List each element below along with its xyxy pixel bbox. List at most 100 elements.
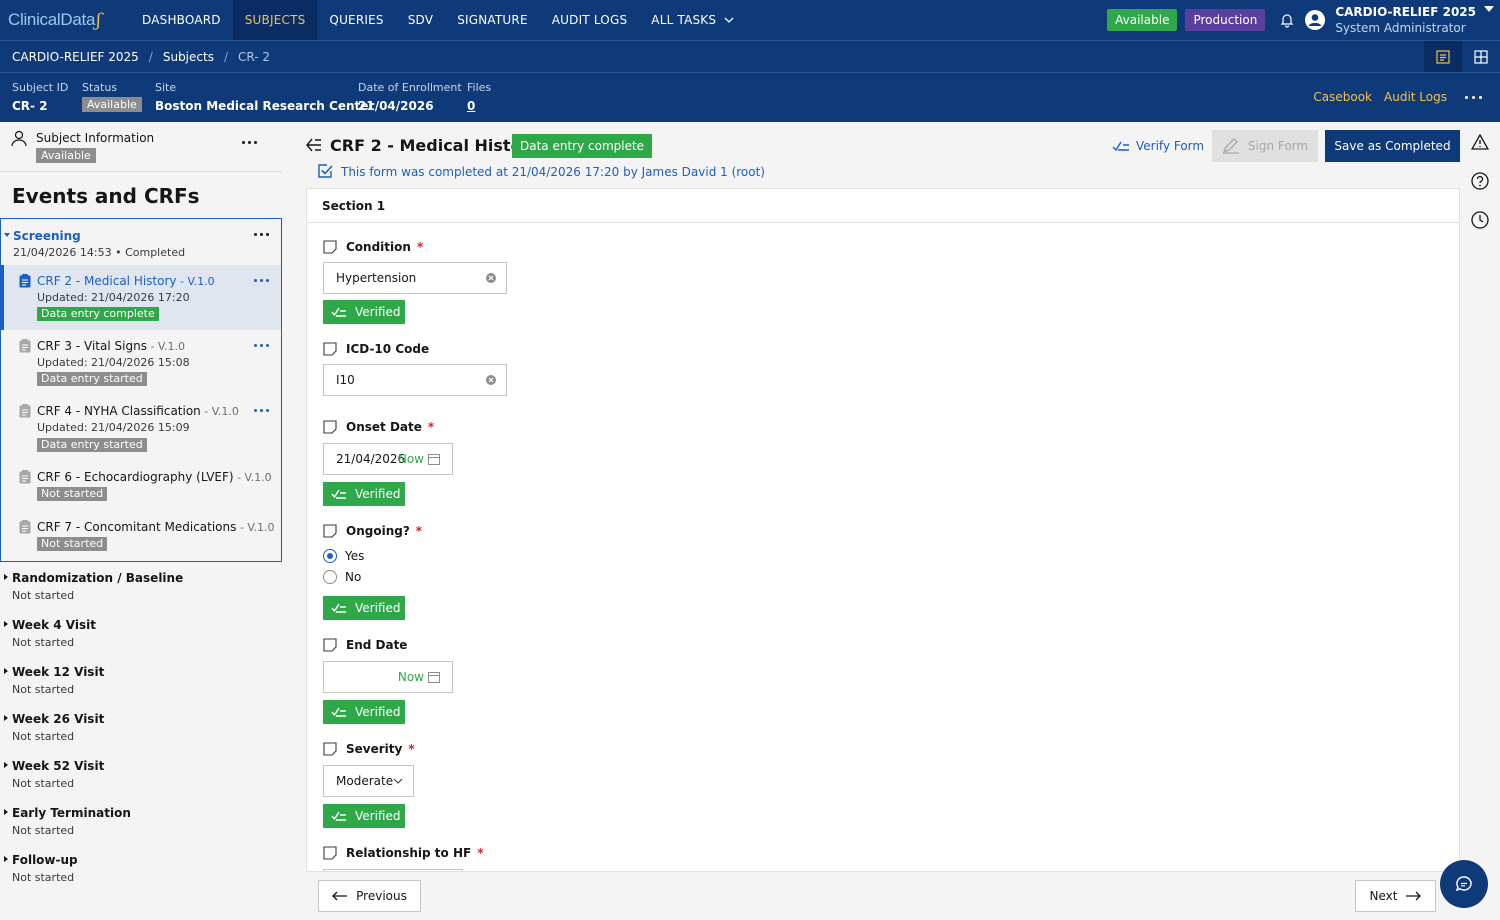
nav-signature[interactable]: SIGNATURE	[445, 0, 540, 40]
subject-id-label: Subject ID	[12, 81, 69, 94]
condition-input[interactable]: Hypertension	[323, 262, 507, 294]
event-early-termination[interactable]: Early Termination Not started	[0, 797, 282, 844]
crf-item-echocardiography[interactable]: CRF 6 - Echocardiography (LVEF) - V.1.0 …	[1, 461, 281, 511]
breadcrumb-study[interactable]: CARDIO-RELIEF 2025	[12, 50, 139, 64]
icd10-input[interactable]: I10	[323, 364, 507, 396]
clear-icon[interactable]	[486, 273, 496, 283]
warning-icon[interactable]	[1471, 134, 1489, 150]
events-title: Events and CRFs	[12, 184, 200, 208]
next-button[interactable]: Next	[1355, 880, 1436, 912]
field-label: Relationship to HF	[346, 846, 472, 860]
user-avatar-button[interactable]	[1301, 6, 1329, 34]
chat-button[interactable]	[1440, 860, 1488, 908]
field-onset-label: Onset Date *	[323, 419, 434, 435]
note-icon[interactable]	[323, 524, 337, 538]
event-follow-up[interactable]: Follow-up Not started	[0, 844, 282, 891]
files-link[interactable]: 0	[467, 99, 491, 113]
onset-verified-badge[interactable]: Verified	[323, 482, 405, 506]
crf-item-concomitant-medications[interactable]: CRF 7 - Concomitant Medications - V.1.0 …	[1, 511, 281, 561]
nav-subjects[interactable]: SUBJECTS	[232, 0, 318, 40]
note-icon[interactable]	[323, 342, 337, 356]
grid-view-button[interactable]	[1462, 41, 1500, 73]
radio-unselected-icon	[323, 570, 337, 584]
form-view-button[interactable]	[1424, 41, 1462, 73]
calendar-icon[interactable]	[428, 453, 440, 465]
event-week-26[interactable]: Week 26 Visit Not started	[0, 703, 282, 750]
subject-id-field: Subject ID CR- 2	[12, 81, 68, 113]
severity-verified-badge[interactable]: Verified	[323, 804, 405, 828]
event-week-4[interactable]: Week 4 Visit Not started	[0, 609, 282, 656]
nav-dashboard[interactable]: DASHBOARD	[130, 0, 233, 40]
event-screening-more-button[interactable]	[254, 233, 269, 236]
crf-name: CRF 4 - NYHA Classification - V.1.0	[37, 404, 239, 418]
nav-audit-logs[interactable]: AUDIT LOGS	[540, 0, 640, 40]
user-study-name: CARDIO-RELIEF 2025	[1335, 5, 1476, 19]
clipboard-icon	[19, 470, 31, 484]
collapse-sidebar-icon[interactable]	[306, 138, 322, 152]
help-icon[interactable]	[1471, 172, 1489, 190]
form-header: CRF 2 - Medical History Data entry compl…	[294, 122, 1460, 188]
nav-all-tasks[interactable]: ALL TASKS	[639, 0, 746, 40]
ongoing-verified-badge[interactable]: Verified	[323, 596, 405, 620]
ongoing-radio-no[interactable]: No	[323, 570, 361, 584]
crf-name: CRF 3 - Vital Signs - V.1.0	[37, 339, 185, 353]
onset-date-input[interactable]: 21/04/2026 Now	[323, 443, 453, 475]
crf-more-button[interactable]	[254, 279, 269, 282]
chevron-down-icon	[724, 17, 734, 23]
sign-form-button[interactable]: Sign Form	[1212, 130, 1318, 162]
note-icon[interactable]	[323, 240, 337, 254]
now-button[interactable]: Now	[398, 670, 424, 684]
crf-more-button[interactable]	[254, 409, 269, 412]
files-field: Files 0	[467, 81, 491, 113]
subject-header: Subject ID CR- 2 Status Available Site B…	[0, 72, 1500, 122]
history-icon[interactable]	[1471, 211, 1489, 229]
end-date-verified-badge[interactable]: Verified	[323, 700, 405, 724]
field-label: Onset Date	[346, 420, 422, 434]
enrollment-value: 21/04/2026	[358, 99, 434, 113]
crf-item-vital-signs[interactable]: CRF 3 - Vital Signs - V.1.0 Updated: 21/…	[1, 330, 281, 395]
severity-select[interactable]: Moderate	[323, 765, 414, 797]
event-week-12[interactable]: Week 12 Visit Not started	[0, 656, 282, 703]
event-week-52[interactable]: Week 52 Visit Not started	[0, 750, 282, 797]
crf-name: CRF 2 - Medical History - V.1.0	[37, 274, 215, 288]
radio-selected-icon	[323, 549, 337, 563]
brand-logo[interactable]: ClinicalData ʃ	[0, 0, 130, 40]
nav-queries[interactable]: QUERIES	[317, 0, 395, 40]
nav-sdv[interactable]: SDV	[396, 0, 445, 40]
notifications-button[interactable]	[1273, 6, 1301, 34]
note-icon[interactable]	[323, 638, 337, 652]
user-menu[interactable]: CARDIO-RELIEF 2025 System Administrator	[1335, 4, 1476, 36]
subject-info-title[interactable]: Subject Information	[36, 131, 154, 145]
event-screening-header[interactable]: Screening 21/04/2026 14:53 • Completed	[1, 219, 281, 265]
clipboard-icon	[19, 339, 31, 353]
crf-item-nyha-classification[interactable]: CRF 4 - NYHA Classification - V.1.0 Upda…	[1, 395, 281, 461]
condition-verified-badge[interactable]: Verified	[323, 300, 405, 324]
subject-info-more-button[interactable]	[242, 141, 257, 144]
crf-version: - V.1.0	[176, 275, 215, 288]
now-button[interactable]: Now	[398, 452, 424, 466]
crf-more-button[interactable]	[254, 344, 269, 347]
event-status: Not started	[12, 636, 75, 649]
verify-form-button[interactable]: Verify Form	[1112, 130, 1204, 162]
crf-version: - V.1.0	[233, 471, 272, 484]
crf-item-medical-history[interactable]: CRF 2 - Medical History - V.1.0 Updated:…	[1, 265, 281, 330]
verified-label: Verified	[355, 487, 401, 501]
chevron-down-icon	[393, 778, 403, 784]
end-date-input[interactable]: Now	[323, 661, 453, 693]
breadcrumb-subjects[interactable]: Subjects	[163, 50, 214, 64]
clear-icon[interactable]	[486, 375, 496, 385]
calendar-icon[interactable]	[428, 671, 440, 683]
crf-status-badge: Data entry started	[37, 438, 147, 452]
note-icon[interactable]	[323, 420, 337, 434]
subject-more-button[interactable]	[1465, 95, 1482, 99]
note-icon[interactable]	[323, 742, 337, 756]
crf-updated: Updated: 21/04/2026 15:08	[37, 356, 190, 369]
user-menu-toggle[interactable]	[1482, 0, 1500, 40]
previous-button[interactable]: Previous	[318, 880, 421, 912]
casebook-link[interactable]: Casebook	[1313, 90, 1372, 104]
save-as-completed-button[interactable]: Save as Completed	[1325, 130, 1460, 162]
audit-logs-link[interactable]: Audit Logs	[1384, 90, 1447, 104]
ongoing-radio-yes[interactable]: Yes	[323, 549, 364, 563]
event-randomization[interactable]: Randomization / Baseline Not started	[0, 562, 282, 609]
note-icon[interactable]	[323, 846, 337, 860]
